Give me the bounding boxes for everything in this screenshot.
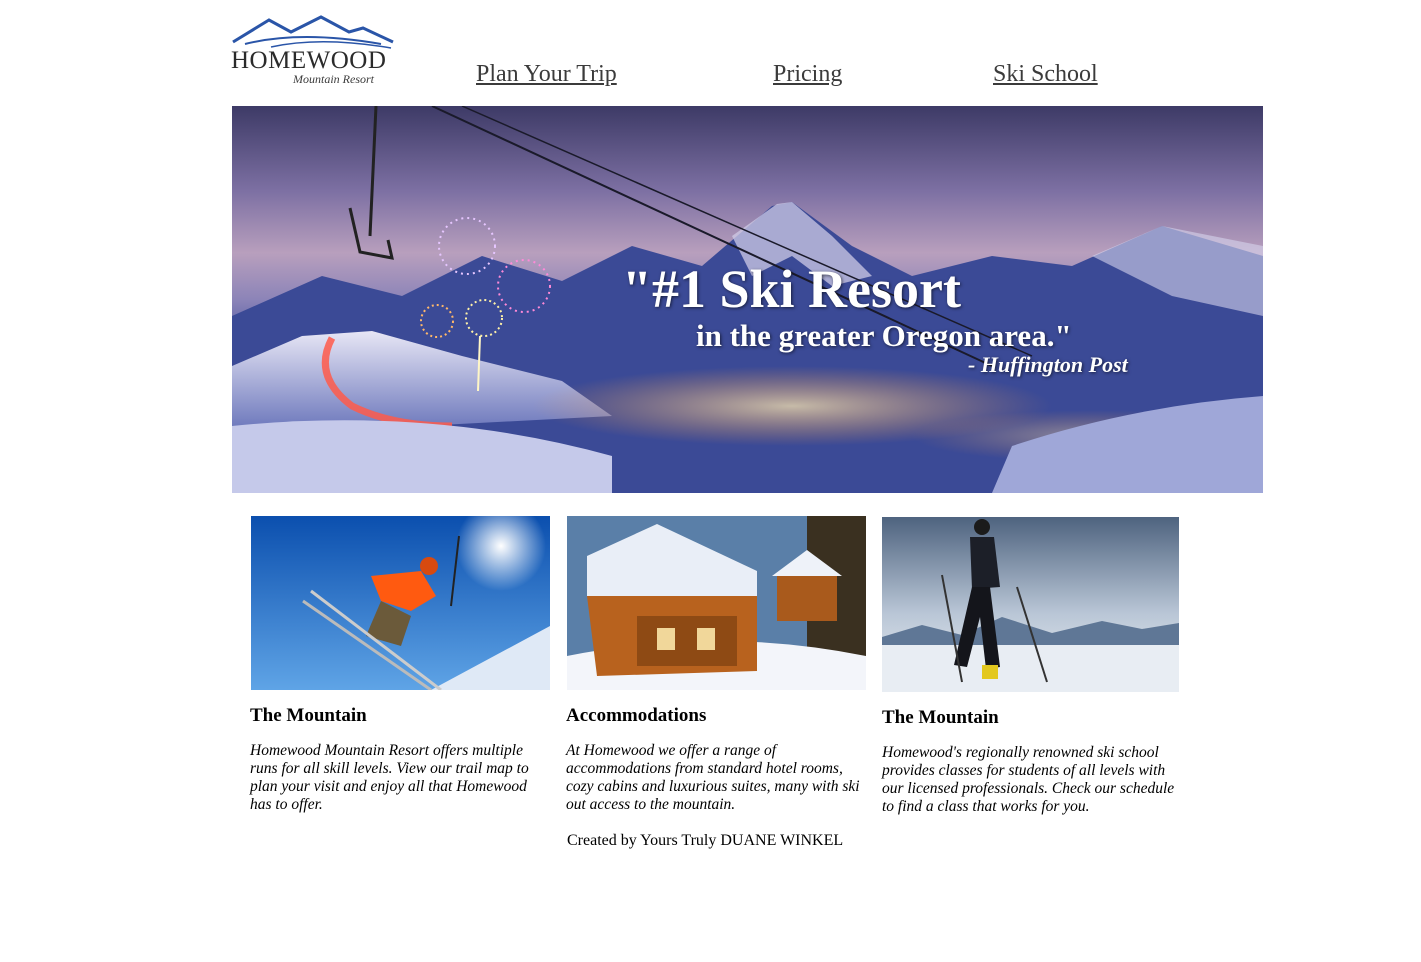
- feature-text-ski-school: Homewood's regionally renowned ski schoo…: [882, 744, 1175, 815]
- feature-title-mountain: The Mountain: [250, 705, 367, 726]
- footer-credit: Created by Yours Truly DUANE WINKEL: [567, 832, 844, 849]
- hero-banner: "#1 Ski Resort in the greater Oregon are…: [232, 106, 1263, 493]
- feature-title-accommodations: Accommodations: [566, 705, 707, 726]
- skier-photo: [251, 516, 550, 690]
- hero-quote: "#1 Ski Resort: [622, 259, 961, 319]
- cross-country-skier-photo: [882, 517, 1179, 692]
- mountain-logo-icon: [232, 15, 394, 49]
- feature-text-accommodations: At Homewood we offer a range of accommod…: [566, 742, 860, 813]
- hero-source: - Huffington Post: [968, 352, 1128, 377]
- logo-name: HOMEWOOD: [231, 47, 387, 74]
- homewood-logo[interactable]: HOMEWOOD Mountain Resort: [231, 14, 397, 86]
- page: HOMEWOOD Mountain Resort Plan Your Trip …: [0, 0, 1421, 962]
- feature-title-ski-school: The Mountain: [882, 707, 999, 728]
- hero-subquote: in the greater Oregon area.": [696, 318, 1072, 353]
- nav-plan-your-trip[interactable]: Plan Your Trip: [476, 61, 617, 88]
- logo-tagline: Mountain Resort: [293, 72, 374, 86]
- nav-pricing[interactable]: Pricing: [773, 61, 842, 88]
- feature-text-mountain: Homewood Mountain Resort offers multiple…: [250, 742, 529, 813]
- cabin-photo: [567, 516, 866, 690]
- nav-ski-school[interactable]: Ski School: [993, 61, 1098, 88]
